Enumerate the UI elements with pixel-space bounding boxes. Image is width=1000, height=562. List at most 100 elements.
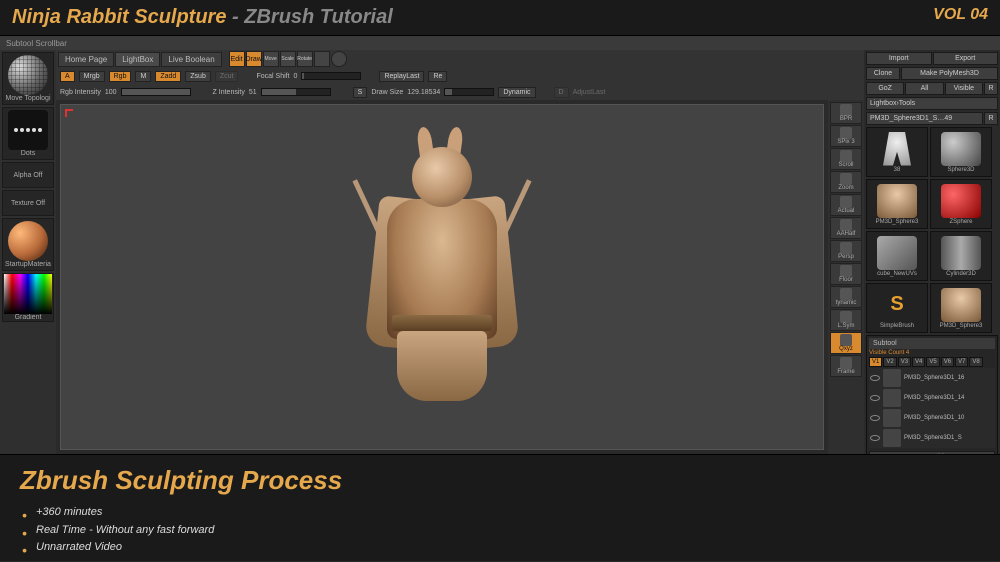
vp-btn-spix3[interactable]: SPix 3 [830,125,862,147]
slider-row: A Mrgb Rgb M Zadd Zsub Zcut Focal Shift … [56,68,864,84]
vp-btn-floor[interactable]: Floor [830,263,862,285]
subtool-header[interactable]: Subtool [869,338,995,349]
vp-btn-scroll[interactable]: Scroll [830,148,862,170]
eye-icon[interactable] [870,375,880,381]
replay-button[interactable]: ReplayLast [379,71,424,82]
zcut-button[interactable]: Zcut [215,71,239,82]
v-chip-v1[interactable]: V1 [869,357,882,367]
bullet-item: Real Time - Without any fast forward [36,522,980,540]
zadd-button[interactable]: Zadd [155,71,181,82]
tool-thumbnails: 38Sphere3DPM3D_Sphere3ZSpherecube_NewUVs… [866,127,998,333]
v-chip-v3[interactable]: V3 [898,357,911,367]
brush-slot[interactable]: Move Topologi [2,52,54,105]
vp-icon [840,127,852,139]
r-button[interactable]: R [984,82,998,95]
move-button[interactable]: Move [263,51,279,67]
adjust-label: AdjustLast [573,89,606,96]
viewport[interactable] [60,104,824,450]
mrgb-button[interactable]: Mrgb [79,71,105,82]
rgb-intensity-slider[interactable] [121,88,191,96]
m-button[interactable]: M [135,71,151,82]
dots-icon [8,110,48,150]
vp-btn-tynamic[interactable]: tynamic [830,286,862,308]
vp-btn-aahalf[interactable]: AAHalf [830,217,862,239]
tab-home[interactable]: Home Page [58,52,114,67]
zsphere-icon [941,184,981,218]
tool-thumb-char[interactable]: PM3D_Sphere3 [866,179,928,229]
scale-button[interactable]: Scale [280,51,296,67]
v-chip-v8[interactable]: V8 [969,357,982,367]
eye-icon[interactable] [870,415,880,421]
tool-thumb-zsphere[interactable]: ZSphere [930,179,992,229]
edit-button[interactable]: Edit [229,51,245,67]
v-chip-v7[interactable]: V7 [955,357,968,367]
subtool-item[interactable]: PM3D_Sphere3D1_14 [869,388,995,408]
tool-thumb-sphere[interactable]: Sphere3D [930,127,992,177]
vp-btn-persp[interactable]: Persp [830,240,862,262]
all-button[interactable]: All [905,82,943,95]
subtool-item[interactable]: PM3D_Sphere3D1_10 [869,408,995,428]
char-icon [877,184,917,218]
make-polymesh-button[interactable]: Make PolyMesh3D [901,67,998,80]
export-button[interactable]: Export [933,52,999,65]
subtool-scrollbar-label: Subtool Scrollbar [6,39,67,48]
texture-slot[interactable]: Texture Off [2,190,54,216]
drawsize-slider[interactable] [444,88,494,96]
v-chip-v4[interactable]: V4 [912,357,925,367]
lightbox-tools-button[interactable]: Lightbox›Tools [866,97,998,110]
re-button[interactable]: Re [428,71,447,82]
tool-thumb-s[interactable]: SSimpleBrush [866,283,928,333]
stroke-slot[interactable]: Dots [2,107,54,160]
rotate-button[interactable]: Rotate [297,51,313,67]
tab-lightbox[interactable]: LightBox [115,52,160,67]
visible-button[interactable]: Visible [945,82,983,95]
v-chip-v5[interactable]: V5 [926,357,939,367]
vp-btn-qxyz[interactable]: Qxyz [830,332,862,354]
eye-icon[interactable] [870,435,880,441]
v-chip-v2[interactable]: V2 [883,357,896,367]
viewport-corner-icon [65,109,73,117]
s-button[interactable]: S [353,87,368,98]
vp-icon [840,104,852,116]
top-toolbar: Subtool Scrollbar [0,36,1000,50]
alpha-slot[interactable]: Alpha Off [2,162,54,188]
import-button[interactable]: Import [866,52,932,65]
current-tool-label[interactable]: PM3D_Sphere3D1_S…49 [866,112,983,125]
extra-button-1[interactable] [314,51,330,67]
zsub-button[interactable]: Zsub [185,71,211,82]
vp-btn-bpr[interactable]: BPR [830,102,862,124]
footer-bullets: +360 minutesReal Time - Without any fast… [20,504,980,557]
vp-btn-actual[interactable]: Actual [830,194,862,216]
material-slot[interactable]: StartupMateria [2,218,54,271]
vp-btn-frame[interactable]: Frame [830,355,862,377]
draw-button[interactable]: Draw [246,51,262,67]
color-spectrum-icon [4,274,52,314]
d-button[interactable]: D [554,87,569,98]
vp-btn-lsym[interactable]: L.Sym [830,309,862,331]
r2-button[interactable]: R [984,112,998,125]
rgb-int-value: 100 [105,89,117,96]
cube-icon [877,236,917,270]
subtool-item[interactable]: PM3D_Sphere3D1_S [869,428,995,448]
sphere-mode-icon[interactable] [331,51,347,67]
clone-button[interactable]: Clone [866,67,900,80]
tool-thumb-legs[interactable]: 38 [866,127,928,177]
z-int-label: Z Intensity [213,89,245,96]
title-bar: Ninja Rabbit Sculpture - ZBrush Tutorial… [0,0,1000,36]
goz-button[interactable]: GoZ [866,82,904,95]
tool-thumb-cyl[interactable]: Cylinder3D [930,231,992,281]
tab-live-boolean[interactable]: Live Boolean [161,52,221,67]
subtool-item[interactable]: PM3D_Sphere3D1_16 [869,368,995,388]
tool-thumb-cube[interactable]: cube_NewUVs [866,231,928,281]
a-button[interactable]: A [60,71,75,82]
tool-thumb-char2[interactable]: PM3D_Sphere3 [930,283,992,333]
focal-value: 0 [294,73,298,80]
vp-btn-zoom[interactable]: Zoom [830,171,862,193]
eye-icon[interactable] [870,395,880,401]
z-intensity-slider[interactable] [261,88,331,96]
dynamic-button[interactable]: Dynamic [498,87,535,98]
v-chip-v6[interactable]: V6 [941,357,954,367]
rgb-button[interactable]: Rgb [109,71,132,82]
focal-slider[interactable] [301,72,361,80]
color-picker[interactable]: Gradient [2,273,54,322]
